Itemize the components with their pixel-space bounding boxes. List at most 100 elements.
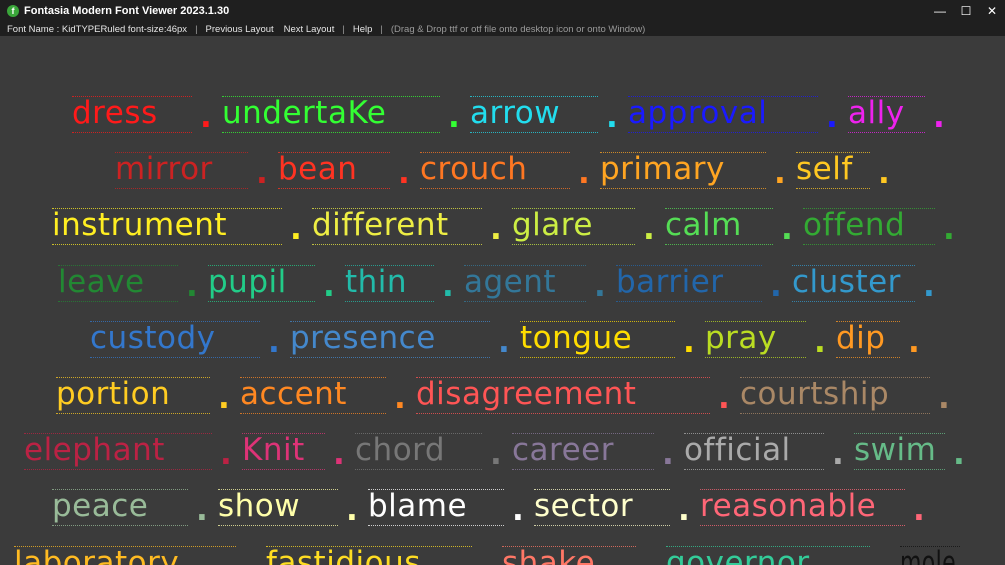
sample-word: agent — [464, 264, 557, 300]
sample-word: portion — [56, 376, 171, 412]
word-separator: . — [826, 99, 838, 135]
word-separator: . — [448, 99, 460, 135]
ruled-guide-line — [90, 357, 260, 358]
word-separator: . — [346, 492, 358, 528]
sample-word: career — [512, 432, 614, 468]
ruled-guide-line — [616, 301, 762, 302]
close-button[interactable]: ✕ — [979, 0, 1005, 22]
word-separator: . — [512, 492, 524, 528]
word-separator: . — [832, 436, 844, 472]
sample-word: governor — [666, 545, 810, 565]
sample-word: official — [684, 432, 791, 468]
ruled-guide-line — [278, 188, 390, 189]
word-separator: . — [643, 211, 655, 247]
word-separator: . — [186, 268, 198, 304]
font-sample-canvas[interactable]: dress. undertaKe. arrow. approval. ally. mirr… — [0, 36, 1005, 565]
menu-separator: | — [195, 23, 198, 35]
word-separator: . — [878, 552, 890, 565]
ruled-guide-line — [600, 188, 766, 189]
help-menu[interactable]: Help — [353, 24, 373, 35]
sample-word: crouch — [420, 151, 528, 187]
word-separator: . — [774, 155, 786, 191]
word-separator: . — [933, 99, 945, 135]
sample-word: different — [312, 207, 449, 243]
maximize-button[interactable]: ☐ — [953, 0, 979, 22]
word-separator: . — [200, 99, 212, 135]
ruled-guide-line — [222, 132, 440, 133]
sample-word: swim — [854, 432, 937, 468]
sample-word: elephant — [24, 432, 165, 468]
sample-word: glare — [512, 207, 593, 243]
word-separator: . — [781, 211, 793, 247]
ruled-guide-line — [512, 469, 654, 470]
sample-word: fastidious — [266, 545, 421, 565]
sample-word: mole — [900, 545, 956, 565]
sample-word: show — [218, 488, 301, 524]
word-separator: . — [718, 380, 730, 416]
menu-bar: Font Name : KidTYPERuled font-size:46px … — [0, 22, 1005, 36]
ruled-guide-line — [72, 132, 192, 133]
word-separator: . — [333, 436, 345, 472]
ruled-guide-line — [665, 244, 773, 245]
sample-word: dress — [72, 95, 158, 131]
word-separator: . — [908, 324, 920, 360]
sample-word: instrument — [52, 207, 228, 243]
ruled-guide-line — [705, 357, 806, 358]
menu-separator: | — [380, 23, 383, 35]
sample-word: disagreement — [416, 376, 637, 412]
sample-word: primary — [600, 151, 725, 187]
sample-word: pupil — [208, 264, 287, 300]
ruled-guide-line — [115, 188, 248, 189]
ruled-guide-line — [345, 301, 434, 302]
next-layout-menu[interactable]: Next Layout — [284, 24, 335, 35]
word-separator: . — [953, 436, 965, 472]
ruled-guide-line — [740, 413, 930, 414]
ruled-guide-line — [628, 132, 818, 133]
word-separator: . — [290, 211, 302, 247]
sample-word: approval — [628, 95, 768, 131]
menu-separator: | — [342, 23, 345, 35]
sample-word: courtship — [740, 376, 890, 412]
ruled-guide-line — [208, 301, 315, 302]
word-separator: . — [480, 552, 492, 565]
ruled-guide-line — [796, 188, 870, 189]
word-separator: . — [923, 268, 935, 304]
ruled-guide-line — [368, 525, 504, 526]
ruled-guide-line — [700, 525, 905, 526]
sample-word: peace — [52, 488, 149, 524]
sample-word: thin — [345, 264, 408, 300]
sample-word: offend — [803, 207, 906, 243]
ruled-guide-line — [534, 525, 670, 526]
sample-word: accent — [240, 376, 347, 412]
word-separator: . — [268, 324, 280, 360]
ruled-guide-line — [416, 413, 710, 414]
word-separator: . — [196, 492, 208, 528]
word-separator: . — [938, 380, 950, 416]
previous-layout-menu[interactable]: Previous Layout — [206, 24, 274, 35]
sample-word: sector — [534, 488, 634, 524]
window-controls: — ☐ ✕ — [927, 0, 1005, 22]
ruled-guide-line — [240, 413, 386, 414]
word-separator: . — [578, 155, 590, 191]
sample-word: pray — [705, 320, 777, 356]
sample-word: undertaKe — [222, 95, 387, 131]
word-separator: . — [323, 268, 335, 304]
word-separator: . — [644, 552, 656, 565]
word-separator: . — [490, 436, 502, 472]
word-separator: . — [244, 552, 256, 565]
word-separator: . — [606, 99, 618, 135]
ruled-guide-line — [848, 132, 925, 133]
sample-word: self — [796, 151, 853, 187]
minimize-button[interactable]: — — [927, 0, 953, 22]
sample-word: reasonable — [700, 488, 877, 524]
ruled-guide-line — [470, 132, 598, 133]
word-separator: . — [220, 436, 232, 472]
word-separator: . — [498, 324, 510, 360]
word-separator: . — [913, 492, 925, 528]
word-separator: . — [490, 211, 502, 247]
sample-word: calm — [665, 207, 742, 243]
sample-word: bean — [278, 151, 358, 187]
ruled-guide-line — [290, 357, 490, 358]
ruled-guide-line — [242, 469, 325, 470]
word-separator: . — [394, 380, 406, 416]
